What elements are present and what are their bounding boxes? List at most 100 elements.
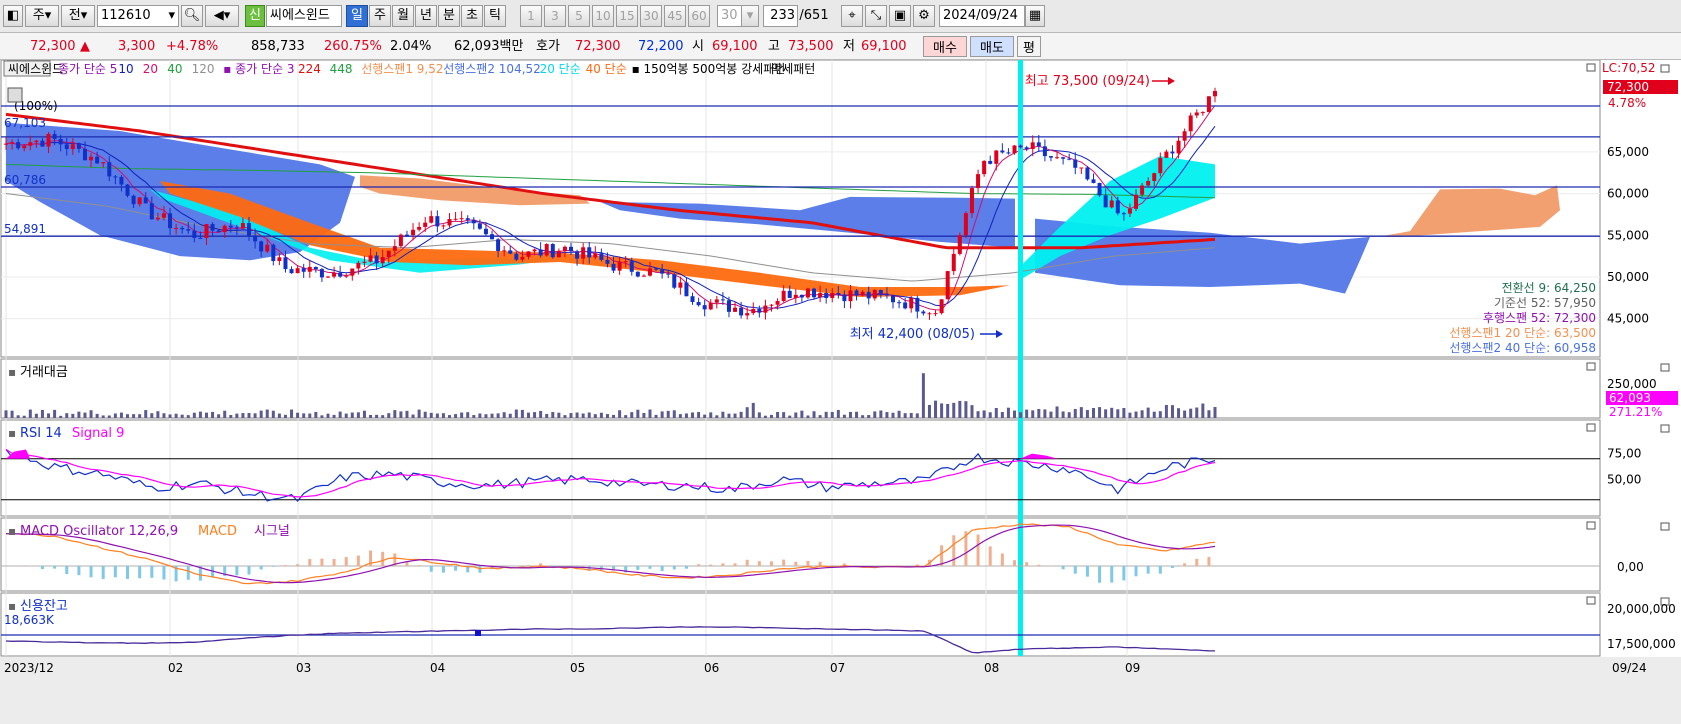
macd-hist-bar: [89, 566, 93, 578]
candle-body: [4, 143, 8, 145]
volume-bar: [1037, 408, 1041, 418]
volume-bar: [399, 411, 403, 418]
stock-name-field[interactable]: 씨에스윈드: [266, 5, 342, 27]
interval-0[interactable]: 1: [520, 5, 542, 27]
stock-code-input[interactable]: 112610 ▾: [97, 5, 179, 27]
period-select[interactable]: 주 ▾: [25, 5, 59, 27]
macd-hist-bar: [356, 555, 360, 566]
volume-bar: [454, 414, 458, 418]
macd-hist-bar: [672, 566, 676, 570]
candle-body: [186, 229, 191, 231]
sell-button[interactable]: 매도: [970, 36, 1014, 57]
interval-5[interactable]: 30: [640, 5, 662, 27]
candle-body: [119, 176, 124, 185]
volume-bar: [83, 412, 87, 418]
gear-icon[interactable]: ⚙: [913, 5, 935, 27]
search-icon[interactable]: 🔍︎: [181, 5, 203, 27]
candle-body: [891, 295, 896, 303]
volume-bar: [1000, 412, 1004, 418]
candle-body: [1091, 179, 1096, 183]
trade-amount: 62,093백만: [454, 39, 524, 54]
candle-body: [216, 230, 221, 233]
tab-0[interactable]: 일: [346, 5, 368, 27]
volume-bar: [1134, 411, 1138, 418]
interval-1[interactable]: 3: [544, 5, 566, 27]
volume-bar: [624, 415, 628, 418]
eval-button[interactable]: 평: [1017, 36, 1041, 57]
candle-body: [283, 257, 288, 270]
tab-2[interactable]: 월: [392, 5, 414, 27]
save-icon[interactable]: ▣: [889, 5, 911, 27]
date-input[interactable]: 2024/09/24: [939, 5, 1025, 27]
chevron-down-icon[interactable]: ▾: [741, 5, 759, 27]
volume-bar: [842, 414, 846, 418]
candle-body: [1061, 157, 1066, 159]
candle-body: [605, 259, 610, 264]
buy-button[interactable]: 매수: [923, 36, 967, 57]
volume-bar: [994, 407, 998, 418]
candle-body: [696, 302, 701, 306]
volume-bar: [65, 413, 69, 418]
volume-bar: [16, 415, 20, 418]
candle-body: [720, 299, 725, 301]
candle-body: [319, 269, 324, 278]
period-label: 주: [32, 8, 45, 23]
tab-1[interactable]: 주: [369, 5, 391, 27]
candle-body: [1194, 112, 1199, 116]
macd-hist-bar: [1170, 566, 1174, 568]
macd-hist-bar: [381, 551, 385, 566]
candle-body: [1000, 150, 1005, 153]
candle-body: [380, 257, 385, 264]
tab-3[interactable]: 년: [415, 5, 437, 27]
legend-item-11: 20 단순: [540, 62, 581, 76]
chart-menu-icon[interactable]: ◧: [3, 5, 23, 27]
x-tick-8: 09: [1125, 661, 1140, 675]
interval-2[interactable]: 5: [568, 5, 590, 27]
candle-body: [338, 272, 343, 277]
macd-hist-bar: [1146, 566, 1150, 574]
count-input[interactable]: 233: [763, 5, 798, 27]
candle-body: [125, 184, 130, 196]
interval-7[interactable]: 60: [688, 5, 710, 27]
draw-line-icon[interactable]: ⤡: [865, 5, 887, 27]
volume-bar: [514, 409, 518, 418]
candle-body: [107, 162, 112, 177]
macd-hist-bar: [830, 565, 834, 566]
volume-bar: [484, 414, 488, 418]
legend-item-10: 선행스팬2 104,52: [443, 61, 541, 76]
volume-bar: [40, 409, 44, 418]
volume-bar: [848, 411, 852, 418]
volume-bar: [89, 410, 93, 418]
candle-body: [909, 297, 914, 309]
volume-bar: [1189, 408, 1193, 418]
candle-body: [957, 235, 962, 254]
volume-bar: [198, 411, 202, 418]
macd-hist-bar: [794, 561, 798, 566]
stock-chart[interactable]: 60,78654,89167,103(100%)최고 73,500 (09/24…: [0, 60, 1681, 724]
candle-body: [775, 301, 780, 305]
speaker-icon[interactable]: ◀︎▾: [205, 5, 239, 27]
candle-body: [903, 302, 908, 309]
candle-body: [969, 188, 974, 214]
macd-hist-bar: [454, 566, 458, 571]
tab-5[interactable]: 초: [461, 5, 483, 27]
calendar-icon[interactable]: ▦: [1025, 5, 1045, 27]
legend-item-4: 40: [167, 62, 182, 76]
candle-body: [465, 218, 470, 220]
volume-bar: [4, 410, 8, 418]
crosshair-icon[interactable]: ⌖: [841, 5, 863, 27]
volume-bar: [168, 414, 172, 418]
candle-body: [429, 216, 434, 223]
interval-4[interactable]: 15: [616, 5, 638, 27]
prev-select[interactable]: 전 ▾: [61, 5, 95, 27]
interval-3[interactable]: 10: [592, 5, 614, 27]
tab-6[interactable]: 틱: [484, 5, 506, 27]
candle-body: [332, 272, 337, 277]
interval-6[interactable]: 45: [664, 5, 686, 27]
ask-price: 72,300: [575, 39, 621, 54]
bid-price: 72,200: [638, 39, 684, 54]
tab-4[interactable]: 분: [438, 5, 460, 27]
candle-body: [860, 291, 865, 296]
candle-body: [411, 229, 416, 236]
volume-bar: [1006, 407, 1010, 418]
